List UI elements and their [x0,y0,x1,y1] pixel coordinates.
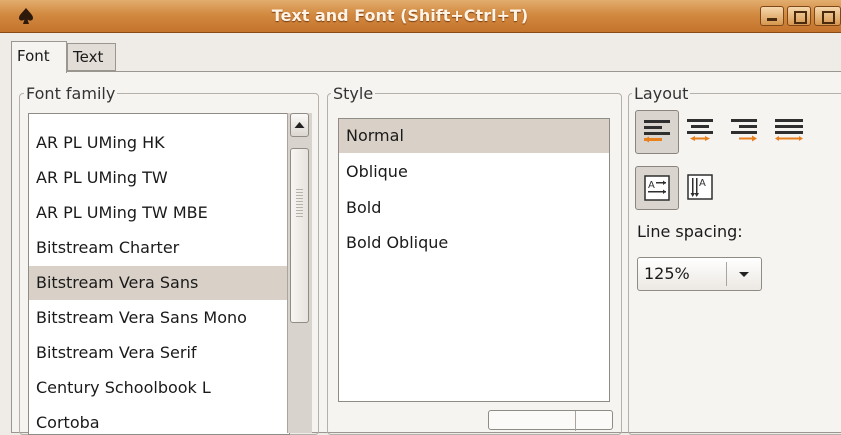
align-justify-button[interactable] [767,110,807,154]
tab-font[interactable]: Font [11,41,67,73]
list-item-label: Oblique [346,162,408,181]
arrow-up-icon [294,122,305,128]
title-bar[interactable]: Text and Font (Shift+Ctrl+T) [0,0,841,33]
list-item[interactable]: Bold [339,191,609,225]
list-item-label: AR PL UMing TW [36,168,168,187]
align-center-button[interactable] [679,110,723,154]
list-item-label: Bitstream Charter [36,238,180,257]
font-family-label: Font family [24,84,118,103]
combo-separator [726,262,727,286]
align-left-button[interactable] [635,110,679,154]
list-item[interactable]: AR PL UMing TW MBE [29,196,289,230]
font-family-scrollbar[interactable] [287,113,312,433]
list-item[interactable]: AR PL UMing TW [29,161,289,195]
tab-text[interactable]: Text [67,43,116,71]
list-item-label: Bold Oblique [346,233,449,252]
list-item-label: Cortoba [36,413,100,432]
vertical-text-icon: A [687,174,713,200]
chevron-down-icon [739,272,749,277]
align-justify-icon [775,119,803,141]
close-icon [822,11,835,24]
list-item[interactable]: Bitstream Charter [29,231,289,265]
list-item-selected[interactable]: Bitstream Vera Sans [29,266,289,300]
list-item[interactable]: AR PL UMing HK [29,126,289,160]
list-item-label: Bitstream Vera Serif [36,343,197,362]
align-right-button[interactable] [723,110,767,154]
svg-text:A: A [648,180,655,191]
font-size-combo[interactable] [488,410,613,431]
list-item-label: Normal [346,126,404,145]
tab-text-label: Text [73,48,104,66]
list-item[interactable]: Century Schoolbook L [29,371,289,405]
align-center-icon [687,119,713,141]
list-item-label: Bitstream Vera Sans [36,273,199,292]
style-list[interactable]: Normal Oblique Bold Bold Oblique [338,118,610,402]
vertical-text-button[interactable]: A [679,166,723,210]
horizontal-text-button[interactable]: A [635,166,679,210]
line-spacing-value: 125% [644,264,690,283]
list-item-selected[interactable]: Normal [339,119,609,153]
svg-text:A: A [699,178,706,189]
style-label: Style [331,84,376,103]
font-family-list[interactable]: AR PL UMing HK AR PL UMing TW AR PL UMin… [28,113,290,435]
scroll-up-button[interactable] [290,113,309,137]
maximize-icon [794,11,807,24]
line-spacing-combo[interactable]: 125% [637,257,762,291]
align-right-icon [731,119,757,142]
grip-icon [296,189,303,217]
layout-label: Layout [632,84,691,103]
align-left-icon [644,120,670,143]
maximize-button[interactable] [787,6,811,26]
list-item[interactable]: Oblique [339,155,609,189]
list-item-label: Bitstream Vera Sans Mono [36,308,247,327]
list-item-label: AR PL UMing HK [36,133,165,152]
window-title: Text and Font (Shift+Ctrl+T) [271,6,529,25]
horizontal-text-icon: A [644,175,670,201]
line-spacing-label: Line spacing: [637,222,743,241]
list-item-label: Bold [346,198,382,217]
list-item[interactable]: Bitstream Vera Sans Mono [29,301,289,335]
tab-font-label: Font [17,47,50,65]
list-item-label: Century Schoolbook L [36,378,211,397]
minimize-icon [767,18,777,21]
list-item[interactable]: Bitstream Vera Serif [29,336,289,370]
list-item-label: AR PL UMing TW MBE [36,203,208,222]
scroll-thumb[interactable] [290,148,309,323]
list-item[interactable]: Bold Oblique [339,226,609,260]
minimize-button[interactable] [760,6,784,26]
close-button[interactable] [814,6,841,26]
